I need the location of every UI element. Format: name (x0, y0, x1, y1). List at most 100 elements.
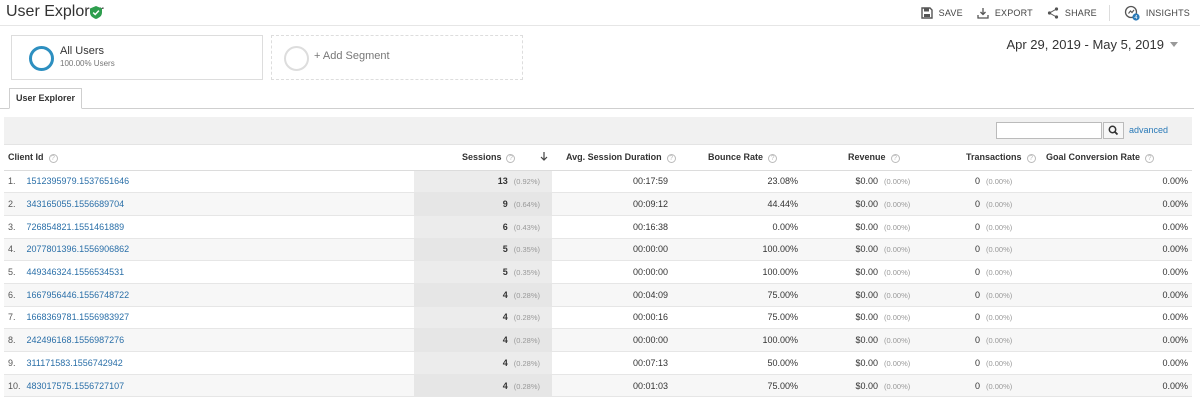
column-header-client-id[interactable]: Client Id? (4, 146, 414, 171)
help-icon[interactable]: ? (48, 154, 58, 164)
revenue-value: $0.00 (855, 289, 878, 300)
client-id-cell: 5. 449346324.1556534531 (4, 260, 414, 284)
client-id-link[interactable]: 1667956446.1556748722 (27, 290, 130, 300)
top-bar: User Explorer SAVE EXPORT SHARE 4 INSIGH… (0, 0, 1200, 26)
client-id-cell: 7. 1668369781.1556983927 (4, 306, 414, 330)
sessions-percent: (0.28%) (513, 381, 540, 391)
client-id-link[interactable]: 483017575.1556727107 (27, 381, 125, 391)
client-id-link[interactable]: 311171583.1556742942 (27, 358, 123, 368)
column-header-sessions[interactable]: Sessions? (414, 146, 552, 171)
save-label: SAVE (938, 8, 963, 18)
insights-button[interactable]: 4 INSIGHTS (1124, 5, 1190, 21)
help-icon[interactable]: ? (1145, 154, 1155, 164)
column-header-avg-session-duration[interactable]: Avg. Session Duration? (552, 146, 676, 171)
revenue-percent: (0.00%) (884, 177, 911, 187)
revenue-cell: $0.00 (0.00%) (802, 260, 932, 284)
transactions-cell: 0 (0.00%) (932, 170, 1030, 194)
column-label: Transactions (966, 152, 1022, 163)
sessions-value: 4 (502, 312, 508, 323)
save-button[interactable]: SAVE (920, 7, 963, 19)
transactions-value: 0 (974, 221, 980, 232)
bounce-rate-cell: 100.00% (672, 238, 802, 262)
segment-all-users[interactable]: All Users 100.00% Users (11, 35, 263, 80)
goal-conversion-rate-cell: 0.00% (1030, 260, 1192, 284)
column-header-transactions[interactable]: Transactions? (932, 146, 1036, 171)
sessions-cell: 4 (0.28%) (414, 374, 552, 397)
sessions-cell: 4 (0.28%) (414, 283, 552, 307)
client-id-link[interactable]: 1512395979.1537651646 (27, 176, 130, 186)
add-segment-button[interactable]: + Add Segment (271, 35, 523, 80)
column-header-goal-conversion-rate[interactable]: Goal Conversion Rate? (1030, 146, 1192, 171)
empty-segment-circle-icon (284, 46, 309, 71)
revenue-value: $0.00 (855, 267, 878, 278)
sessions-cell: 4 (0.28%) (414, 328, 552, 352)
transactions-value: 0 (974, 335, 980, 346)
client-id-cell: 8. 242496168.1556987276 (4, 328, 414, 352)
row-index: 10. (8, 380, 21, 391)
report-actions: SAVE EXPORT SHARE 4 INSIGHTS (907, 5, 1190, 21)
transactions-cell: 0 (0.00%) (932, 260, 1030, 284)
date-range-selector[interactable]: Apr 29, 2019 - May 5, 2019 (1006, 37, 1164, 52)
client-id-link[interactable]: 449346324.1556534531 (27, 267, 125, 277)
advanced-filter-link[interactable]: advanced (1129, 125, 1168, 135)
goal-conversion-rate-cell: 0.00% (1030, 283, 1192, 307)
tab-user-explorer[interactable]: User Explorer (9, 88, 82, 109)
revenue-percent: (0.00%) (884, 290, 911, 300)
user-explorer-table: Client Id? Sessions? Avg. Session Durati… (4, 146, 1192, 397)
client-id-cell: 4. 2077801396.1556906862 (4, 238, 414, 262)
export-button[interactable]: EXPORT (977, 7, 1033, 19)
chevron-down-icon[interactable] (1170, 42, 1178, 47)
client-id-link[interactable]: 242496168.1556987276 (27, 335, 125, 345)
insights-badge: 4 (1134, 15, 1137, 21)
client-id-link[interactable]: 726854821.1551461889 (27, 222, 125, 232)
revenue-cell: $0.00 (0.00%) (802, 238, 932, 262)
sessions-percent: (0.28%) (513, 290, 540, 300)
table-row: 10. 483017575.1556727107 4 (0.28%) 00:01:03… (4, 374, 1192, 397)
client-id-link[interactable]: 343165055.1556689704 (27, 199, 125, 209)
column-header-revenue[interactable]: Revenue? (802, 146, 932, 171)
transactions-percent: (0.00%) (986, 177, 1013, 187)
help-icon[interactable]: ? (768, 154, 778, 164)
row-index: 6. (8, 289, 16, 300)
sessions-percent: (0.35%) (513, 268, 540, 278)
download-icon (977, 8, 989, 19)
search-button[interactable] (1103, 122, 1124, 139)
client-id-link[interactable]: 1668369781.1556983927 (27, 312, 130, 322)
bounce-rate-cell: 44.44% (672, 192, 802, 216)
transactions-value: 0 (974, 312, 980, 323)
client-id-cell: 2. 343165055.1556689704 (4, 192, 414, 216)
column-label: Sessions (461, 152, 502, 163)
transactions-percent: (0.00%) (986, 245, 1013, 255)
help-icon[interactable]: ? (1026, 154, 1036, 164)
table-toolbar: advanced (4, 117, 1192, 145)
transactions-value: 0 (974, 289, 980, 300)
sessions-value: 6 (502, 221, 508, 232)
help-icon[interactable]: ? (890, 154, 900, 164)
bounce-rate-cell: 23.08% (672, 170, 802, 194)
sessions-value: 5 (502, 267, 508, 278)
share-icon (1047, 7, 1058, 19)
table-search-input[interactable] (996, 122, 1102, 139)
sessions-percent: (0.28%) (513, 336, 540, 346)
table-row: 8. 242496168.1556987276 4 (0.28%) 00:00:00 1… (4, 328, 1192, 352)
column-label: Client Id (8, 152, 44, 163)
sessions-percent: (0.64%) (513, 200, 540, 210)
avg-session-duration-cell: 00:01:03 (552, 374, 672, 397)
insights-icon: 4 (1124, 5, 1140, 21)
share-button[interactable]: SHARE (1047, 7, 1097, 19)
client-id-link[interactable]: 2077801396.1556906862 (27, 244, 130, 254)
sessions-cell: 5 (0.35%) (414, 260, 552, 284)
avg-session-duration-cell: 00:16:38 (552, 215, 672, 239)
table-row: 3. 726854821.1551461889 6 (0.43%) 00:16:38 0… (4, 215, 1192, 239)
avg-session-duration-cell: 00:04:09 (552, 283, 672, 307)
help-icon[interactable]: ? (506, 154, 516, 164)
transactions-percent: (0.00%) (986, 290, 1013, 300)
client-id-cell: 10. 483017575.1556727107 (4, 374, 414, 397)
column-header-bounce-rate[interactable]: Bounce Rate? (672, 146, 802, 171)
client-id-cell: 9. 311171583.1556742942 (4, 351, 414, 375)
help-icon[interactable]: ? (666, 154, 676, 164)
goal-conversion-rate-cell: 0.00% (1030, 374, 1192, 397)
row-index: 2. (8, 199, 16, 210)
sort-down-arrow-icon[interactable] (540, 152, 548, 162)
avg-session-duration-cell: 00:00:00 (552, 238, 672, 262)
